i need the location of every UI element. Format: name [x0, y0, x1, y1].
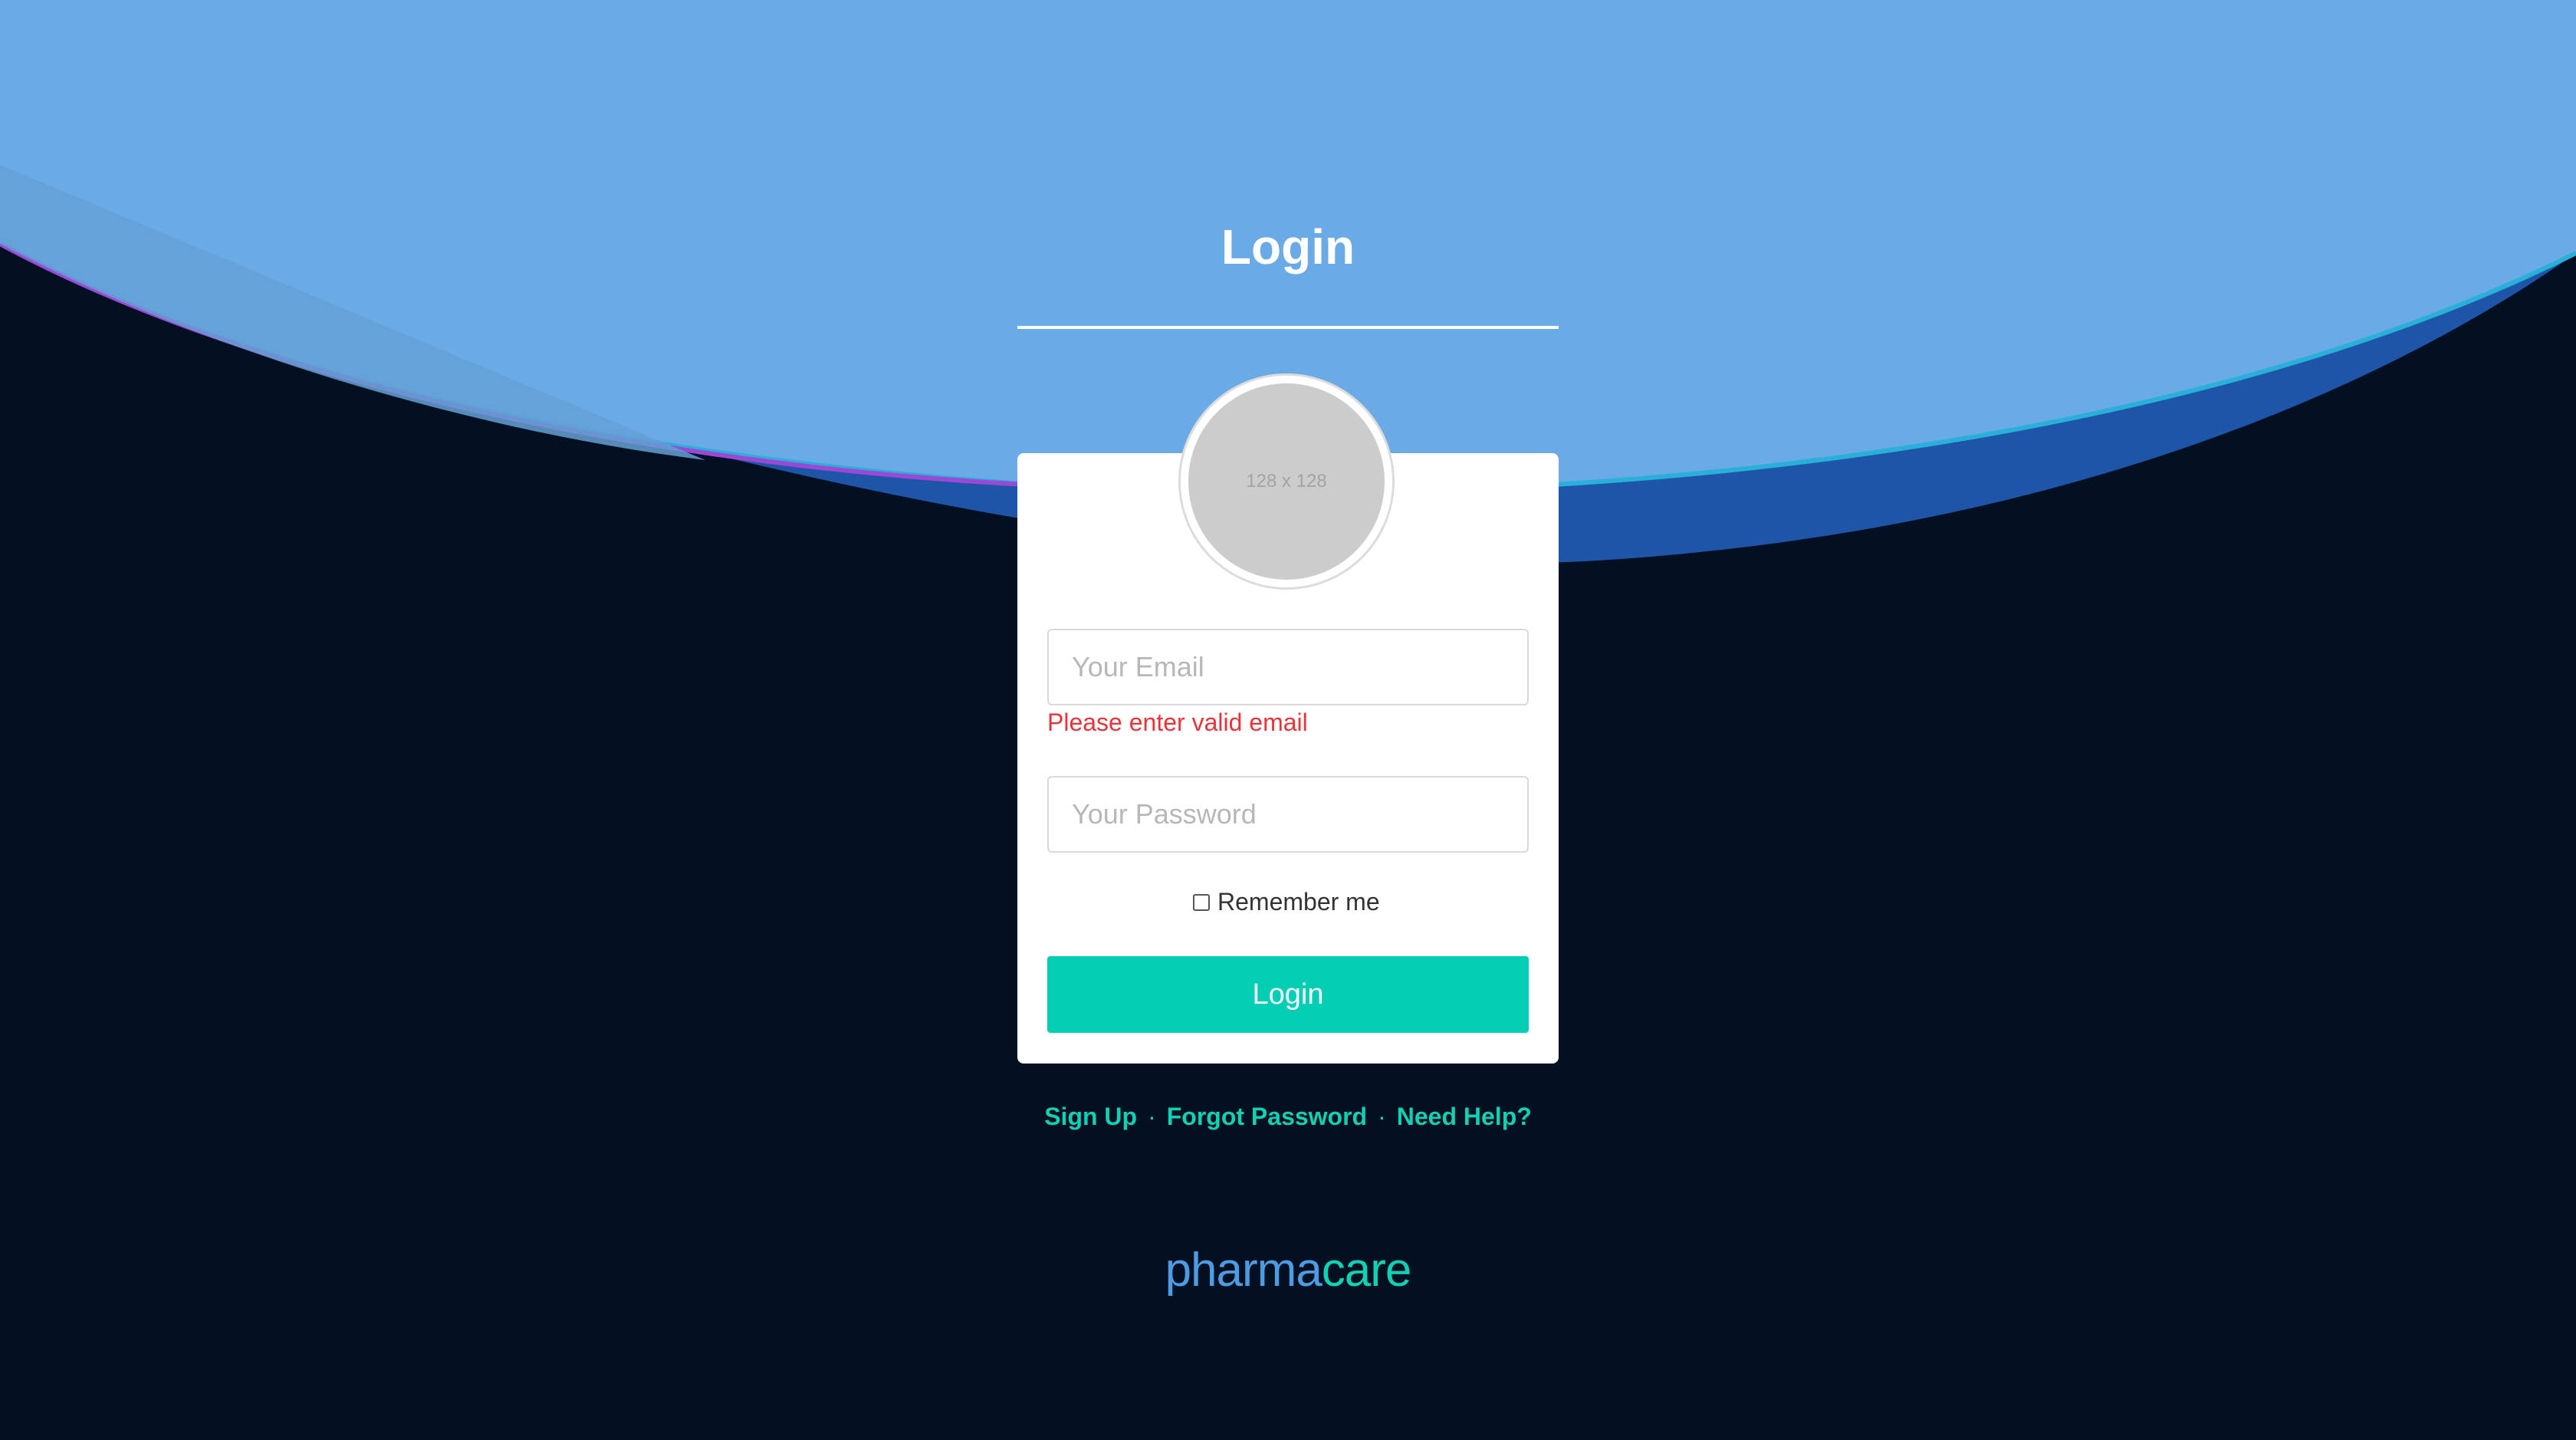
brand-logo-part2: care — [1321, 1244, 1412, 1297]
link-separator: · — [1378, 1103, 1386, 1130]
need-help-link[interactable]: Need Help? — [1397, 1103, 1532, 1130]
email-error-message: Please enter valid email — [1047, 708, 1308, 736]
title-divider — [1017, 326, 1559, 329]
signup-link[interactable]: Sign Up — [1044, 1103, 1137, 1130]
login-button[interactable]: Login — [1047, 956, 1529, 1033]
brand-logo-part1: pharma — [1165, 1244, 1322, 1297]
remember-me-checkbox[interactable] — [1193, 893, 1210, 911]
avatar-placeholder-text: 128 x 128 — [1246, 471, 1327, 492]
remember-me[interactable]: Remember me — [1193, 888, 1380, 916]
avatar: 128 x 128 — [1188, 383, 1385, 580]
page-title: Login — [1221, 219, 1355, 275]
password-input[interactable] — [1047, 776, 1529, 853]
forgot-password-link[interactable]: Forgot Password — [1167, 1103, 1367, 1130]
email-input[interactable] — [1047, 629, 1529, 705]
brand-logo: pharmacare — [1017, 1247, 1559, 1294]
link-separator: · — [1148, 1103, 1156, 1130]
footer-links: Sign Up · Forgot Password · Need Help? — [1017, 1103, 1559, 1131]
remember-me-label: Remember me — [1217, 888, 1380, 916]
